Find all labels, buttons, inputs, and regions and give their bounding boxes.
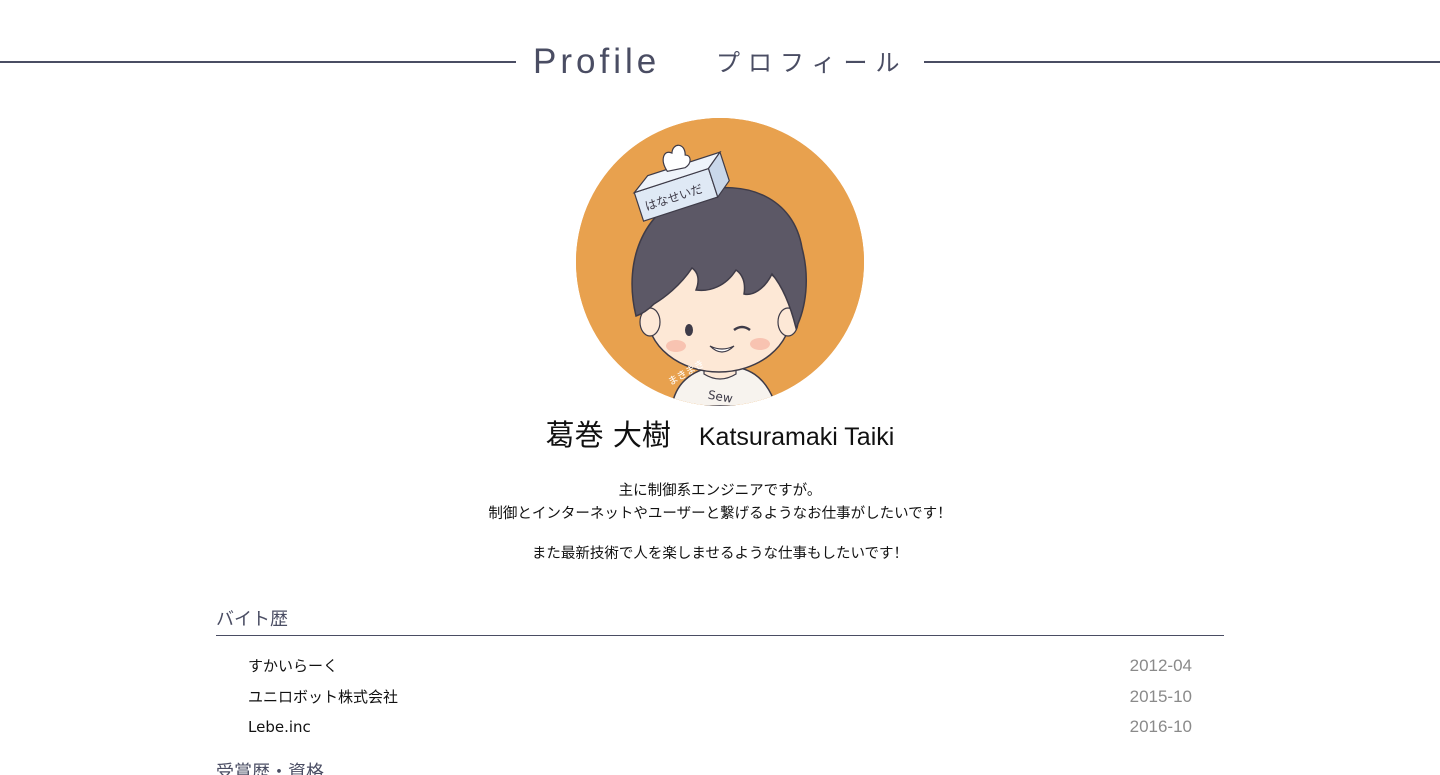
history-date: 2016-10 <box>1129 717 1192 736</box>
list-item: ユニロボット株式会社 2015-10 <box>248 685 1192 716</box>
list-item: すかいらーく 2012-04 <box>248 654 1192 685</box>
history-employer: Lebe.inc <box>248 718 311 736</box>
profile-section-heading: Profile プロフィール <box>0 40 1440 86</box>
history-employer: すかいらーく <box>248 657 339 675</box>
history-date: 2015-10 <box>1129 686 1192 706</box>
work-history-heading: バイト歴 <box>216 609 288 630</box>
work-history-list: すかいらーく 2012-04 ユニロボット株式会社 2015-10 Lebe.i… <box>248 654 1192 746</box>
intro-line-3: また最新技術で人を楽しませるような仕事もしたいです！ <box>531 546 909 562</box>
heading-title-ja: プロフィール <box>716 49 908 77</box>
heading-divider-left <box>0 61 516 63</box>
intro-line-2: 制御とインターネットやユーザーと繋げるようなお仕事がしたいです！ <box>488 506 952 522</box>
history-employer: ユニロボット株式会社 <box>248 687 399 706</box>
heading-title-en: Profile <box>533 42 661 81</box>
name-japanese: 葛巻 大樹 <box>545 418 671 452</box>
intro-line-1: 主に制御系エンジニアですが。 <box>618 483 822 499</box>
work-history-divider <box>216 635 1224 636</box>
name-english: Katsuramaki Taiki <box>698 423 895 451</box>
profile-name: 葛巻 大樹 Katsuramaki Taiki <box>0 412 1440 454</box>
profile-page: Profile プロフィール はなせいだ Sew まきまき 葛巻 大樹 Kats… <box>0 0 1440 775</box>
list-item: Lebe.inc 2016-10 <box>248 715 1192 746</box>
heading-divider-right <box>924 61 1440 63</box>
awards-heading: 受賞歴・資格 <box>216 762 324 775</box>
avatar: はなせいだ Sew まきまき <box>576 118 864 406</box>
history-date: 2012-04 <box>1129 656 1192 675</box>
